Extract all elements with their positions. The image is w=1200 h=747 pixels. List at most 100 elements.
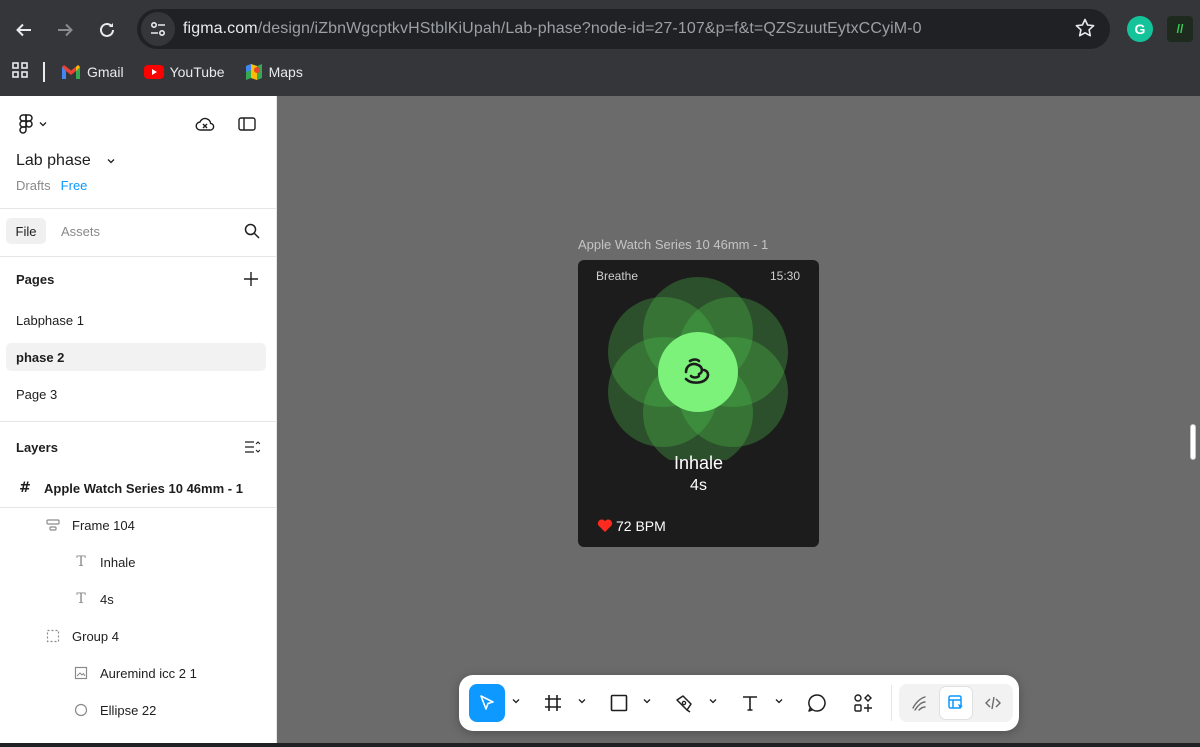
url-host: figma.com — [183, 20, 258, 37]
bookmark-gmail[interactable]: Gmail — [61, 64, 124, 80]
layer-item[interactable]: Group 4 — [44, 622, 119, 650]
autolayout-icon — [44, 516, 62, 534]
arrow-left-icon — [16, 23, 31, 37]
watch-duration: 4s — [690, 477, 707, 494]
layer-item[interactable]: Ellipse 22 — [72, 696, 156, 724]
figma-menu-button[interactable] — [16, 112, 50, 136]
layers-options-button[interactable] — [240, 435, 264, 459]
cursor-icon — [480, 695, 494, 710]
frame-tool-button[interactable] — [539, 684, 567, 722]
watch-heart-rate: 72 BPM — [616, 518, 666, 534]
file-title-text: Lab phase — [16, 152, 91, 169]
bookmark-label: Gmail — [87, 64, 124, 80]
page-item-selected[interactable]: phase 2 — [6, 343, 266, 371]
extension-button[interactable]: // — [1167, 16, 1193, 42]
gmail-icon — [62, 65, 80, 79]
search-icon — [244, 223, 260, 239]
design-icon — [948, 695, 963, 709]
maps-icon — [245, 64, 262, 80]
cloud-icon — [195, 117, 215, 131]
back-button[interactable] — [7, 13, 41, 47]
collapse-layers-icon — [245, 441, 260, 453]
rectangle-icon — [610, 694, 628, 712]
layer-label: 4s — [100, 591, 114, 607]
text-tool-button[interactable] — [736, 684, 764, 722]
frame-icon: # — [19, 480, 31, 496]
draw-mode-button[interactable] — [903, 687, 935, 719]
forward-button[interactable] — [48, 13, 82, 47]
layer-item[interactable]: T 4s — [72, 585, 114, 613]
layer-item[interactable]: Frame 104 — [44, 511, 135, 539]
tune-icon — [150, 21, 166, 37]
grammarly-extension[interactable]: G — [1127, 16, 1153, 42]
layer-item[interactable]: Auremind icc 2 1 — [72, 659, 197, 687]
drafts-link[interactable]: Drafts — [16, 178, 51, 193]
add-page-button[interactable] — [239, 267, 263, 291]
toggle-sidebar-button[interactable] — [235, 112, 259, 136]
bookmark-youtube[interactable]: YouTube — [143, 64, 225, 80]
url-path: /design/iZbnWgcptkvHStblKiUpah/Lab-phase… — [257, 20, 922, 37]
dev-mode-button[interactable] — [977, 687, 1009, 719]
file-location: Drafts Free — [16, 178, 87, 193]
comment-icon — [808, 694, 826, 712]
address-bar[interactable]: figma.com/design/iZbnWgcptkvHStblKiUpah/… — [137, 9, 1110, 49]
reload-icon — [100, 22, 114, 37]
pen-tool-button[interactable] — [670, 684, 698, 722]
layer-label: Apple Watch Series 10 46mm - 1 — [44, 480, 243, 496]
layer-root-frame[interactable]: # Apple Watch Series 10 46mm - 1 — [16, 474, 243, 502]
layer-item[interactable]: T Inhale — [72, 548, 135, 576]
group-icon — [44, 627, 62, 645]
bookmark-star-button[interactable] — [1074, 17, 1096, 44]
move-tool-button[interactable] — [469, 684, 505, 722]
url-text: figma.com/design/iZbnWgcptkvHStblKiUpah/… — [183, 20, 922, 38]
text-icon — [743, 696, 757, 711]
page-item[interactable]: Labphase 1 — [6, 306, 266, 334]
site-info-button[interactable] — [141, 12, 175, 46]
chevron-down-icon[interactable] — [578, 697, 586, 708]
design-mode-button[interactable] — [940, 687, 972, 719]
ellipse-icon — [72, 701, 90, 719]
plan-badge[interactable]: Free — [61, 178, 88, 193]
divider — [0, 421, 276, 422]
tab-assets[interactable]: Assets — [61, 224, 100, 239]
comment-tool-button[interactable] — [803, 684, 831, 722]
design-canvas[interactable]: Apple Watch Series 10 46mm - 1 Breathe 1… — [277, 96, 1200, 747]
actions-tool-button[interactable] — [849, 684, 877, 722]
cloud-status-button[interactable] — [193, 112, 217, 136]
arrow-right-icon — [58, 23, 73, 37]
bookmarks-bar: Gmail YouTube Maps — [0, 56, 323, 88]
apps-button[interactable] — [11, 61, 29, 84]
canvas-scrollbar[interactable] — [1190, 424, 1196, 460]
shape-tool-button[interactable] — [605, 684, 633, 722]
watch-frame[interactable]: Breathe 15:30 Inhale 4s 72 BPM — [578, 260, 819, 547]
pages-title: Pages — [16, 272, 55, 287]
bookmark-label: YouTube — [169, 64, 225, 80]
search-button[interactable] — [240, 219, 264, 243]
bottom-toolbar — [459, 675, 1019, 731]
layer-label: Group 4 — [72, 628, 119, 644]
layer-label: Ellipse 22 — [100, 702, 157, 718]
plus-icon — [244, 272, 258, 286]
tab-file[interactable]: File — [6, 218, 46, 244]
chevron-down-icon[interactable] — [643, 697, 651, 708]
bookmark-maps[interactable]: Maps — [245, 63, 303, 81]
file-title[interactable]: Lab phase — [16, 152, 115, 170]
heart-icon — [597, 519, 613, 532]
image-icon — [72, 664, 90, 682]
bookmark-separator — [43, 62, 45, 82]
text-icon: T — [76, 554, 86, 570]
code-icon — [985, 696, 1001, 710]
chevron-down-icon — [39, 122, 47, 127]
extension-icon: // — [1176, 22, 1184, 36]
chevron-down-icon — [107, 158, 115, 164]
watch-phase-label: Inhale — [673, 453, 724, 473]
page-item[interactable]: Page 3 — [6, 380, 266, 408]
layer-label: Frame 104 — [72, 517, 135, 533]
chevron-down-icon[interactable] — [775, 697, 783, 708]
reload-button[interactable] — [90, 13, 124, 47]
chevron-down-icon[interactable] — [709, 697, 717, 708]
breathing-flower — [608, 277, 788, 460]
frame-label[interactable]: Apple Watch Series 10 46mm - 1 — [578, 237, 768, 252]
chevron-down-icon[interactable] — [512, 697, 520, 708]
figma-logo-icon — [19, 114, 33, 134]
